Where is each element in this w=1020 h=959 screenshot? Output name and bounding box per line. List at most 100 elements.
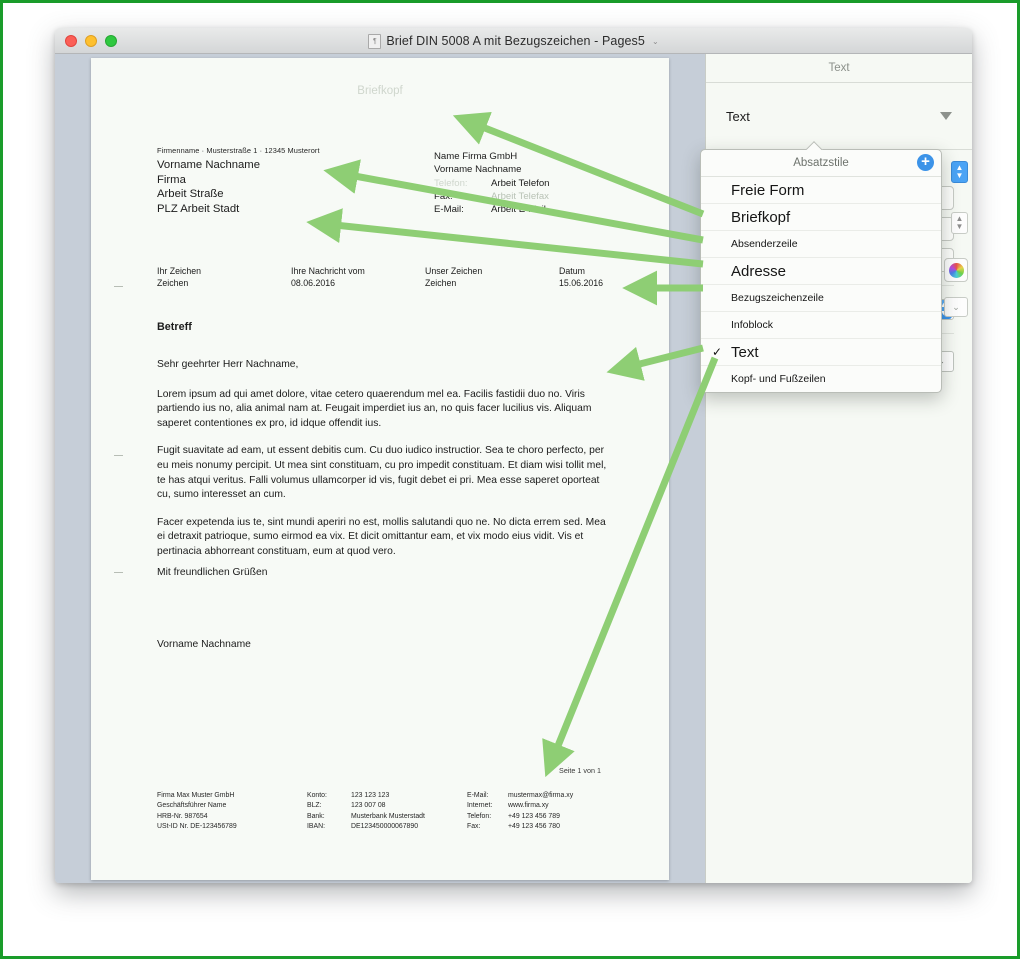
footer-column-bank: Konto: 123 123 123 BLZ: 123 007 08 Bank:…: [307, 791, 467, 833]
page-number-footer[interactable]: Seite 1 von 1: [559, 766, 601, 775]
style-item-label: Freie Form: [731, 181, 805, 199]
style-item-adresse[interactable]: Adresse: [701, 258, 941, 285]
footer-value: 123 007 08: [351, 802, 386, 810]
style-item-label: Briefkopf: [731, 208, 791, 226]
style-item-label: Absenderzeile: [731, 238, 798, 250]
bezug-labels-row: Ihr Zeichen Ihre Nachricht vom Unser Zei…: [157, 265, 617, 277]
footer-row: E-Mail: mustermax@firma.xy: [467, 791, 573, 801]
footer-row: BLZ: 123 007 08: [307, 801, 467, 811]
infoblock-company: Name Firma GmbH: [434, 151, 518, 162]
style-item-bezugszeichenzeile[interactable]: Bezugszeichenzeile: [701, 285, 941, 312]
screenshot-root: ¶ Brief DIN 5008 A mit Bezugszeichen - P…: [0, 0, 1020, 959]
footer-key: E-Mail:: [467, 792, 489, 799]
chevron-down-icon[interactable]: [940, 112, 952, 120]
footer-row: IBAN: DE123450000067890: [307, 822, 467, 832]
popover-header: Absatzstile +: [701, 150, 941, 177]
infoblock-value: Arbeit Telefax: [491, 190, 549, 202]
bezug-label: Datum: [559, 266, 585, 276]
add-style-button[interactable]: +: [917, 154, 934, 171]
style-item-label: Text: [731, 343, 759, 361]
bezug-value: 08.06.2016: [291, 278, 336, 289]
style-item-freie-form[interactable]: Freie Form: [701, 177, 941, 204]
text-color-wheel-button[interactable]: [944, 258, 968, 282]
footer-value: mustermax@firma.xy: [508, 792, 574, 799]
character-spacing-stepper[interactable]: ▲ ▼: [951, 212, 968, 234]
footer-row: Konto: 123 123 123: [307, 791, 467, 801]
bezug-value: 15.06.2016: [559, 278, 604, 289]
style-item-infoblock[interactable]: Infoblock: [701, 312, 941, 339]
footer-line: USt-ID Nr. DE-123456789: [157, 823, 237, 831]
footer-value: Musterbank Musterstadt: [351, 812, 425, 820]
signature-line[interactable]: Vorname Nachname: [157, 639, 251, 650]
betreff-line[interactable]: Betreff: [157, 321, 192, 333]
adresse-line: Vorname Nachname: [157, 159, 260, 171]
bezugszeichenzeile[interactable]: Ihr Zeichen Ihre Nachricht vom Unser Zei…: [157, 265, 617, 290]
infoblock-row: Fax: Arbeit Telefax: [434, 190, 550, 203]
style-item-label: Kopf- und Fußzeilen: [731, 373, 826, 385]
adresse-line: Arbeit Straße: [157, 188, 224, 201]
document-canvas[interactable]: Briefkopf Firmenname · Musterstraße 1 · …: [55, 54, 705, 883]
footer-row: Internet: www.firma.xy: [467, 801, 573, 811]
style-item-absenderzeile[interactable]: Absenderzeile: [701, 231, 941, 258]
footer-value: DE123450000067890: [351, 823, 419, 831]
bezug-value: Zeichen: [157, 278, 189, 289]
more-options-button[interactable]: ⌄: [944, 297, 968, 317]
footer-value: +49 123 456 780: [508, 823, 560, 831]
footer-column-contact: E-Mail: mustermax@firma.xy Internet: www…: [467, 791, 573, 833]
footer-key: Internet:: [467, 802, 493, 810]
infoblock-row: E-Mail: Arbeit E-Mail: [434, 203, 550, 216]
footer-key: Konto:: [307, 792, 327, 799]
infoblock-value: Arbeit Telefon: [491, 177, 550, 189]
document-footer[interactable]: Firma Max Muster GmbH Geschäftsführer Na…: [157, 791, 621, 833]
bezug-value: Zeichen: [425, 278, 457, 289]
style-item-kopf-und-fusszeilen[interactable]: Kopf- und Fußzeilen: [701, 366, 941, 392]
footer-key: Telefon:: [467, 812, 492, 820]
footer-row: Bank: Musterbank Musterstadt: [307, 812, 467, 822]
footer-key: BLZ:: [307, 802, 322, 810]
popover-arrow: [806, 141, 824, 150]
bezug-label: Ihr Zeichen: [157, 266, 202, 276]
popover-title: Absatzstile: [793, 157, 849, 169]
body-paragraph: Lorem ipsum ad qui amet dolore, vitae ce…: [157, 388, 592, 429]
margin-marker-icon: [114, 572, 123, 573]
style-item-briefkopf[interactable]: Briefkopf: [701, 204, 941, 231]
footer-row: Fax: +49 123 456 780: [467, 822, 573, 832]
infoblock-value: Arbeit E-Mail: [491, 204, 546, 216]
window-title: Brief DIN 5008 A mit Bezugszeichen - Pag…: [386, 34, 645, 48]
paragraph-styles-popover[interactable]: Absatzstile + Freie Form Briefkopf Absen…: [700, 141, 942, 393]
body-paragraph: Facer expetenda ius te, sint mundi aperi…: [157, 516, 606, 557]
chevron-down-icon[interactable]: ⌄: [652, 37, 659, 46]
style-item-text[interactable]: ✓ Text: [701, 339, 941, 366]
paragraph-style-selector[interactable]: Text: [706, 83, 972, 150]
font-size-stepper[interactable]: ▲ ▼: [951, 161, 968, 183]
salutation: Sehr geehrter Herr Nachname,: [157, 359, 299, 370]
footer-column-company: Firma Max Muster GmbH Geschäftsführer Na…: [157, 791, 307, 833]
closing-line[interactable]: Mit freundlichen Grüßen: [157, 567, 267, 578]
paragraph-style-value: Text: [726, 108, 750, 124]
bezug-label: Ihre Nachricht vom: [291, 266, 365, 276]
footer-line: HRB-Nr. 987654: [157, 812, 208, 820]
document-page[interactable]: Briefkopf Firmenname · Musterstraße 1 · …: [91, 58, 669, 880]
footer-line: Geschäftsführer Name: [157, 802, 227, 810]
infoblock-person: Vorname Nachname: [434, 164, 522, 176]
style-item-label: Adresse: [731, 262, 787, 280]
absenderzeile[interactable]: Firmenname · Musterstraße 1 · 12345 Must…: [157, 146, 320, 155]
briefkopf-placeholder[interactable]: Briefkopf: [91, 85, 669, 97]
bezug-label: Unser Zeichen: [425, 266, 483, 276]
margin-marker-icon: [114, 286, 123, 287]
infoblock-row: Telefon: Arbeit Telefon: [434, 177, 550, 190]
window-titlebar: ¶ Brief DIN 5008 A mit Bezugszeichen - P…: [55, 28, 972, 54]
footer-row: Telefon: +49 123 456 789: [467, 812, 573, 822]
adresse-line: PLZ Arbeit Stadt: [157, 202, 240, 215]
infoblock[interactable]: Name Firma GmbH Vorname Nachname Telefon…: [434, 150, 550, 216]
footer-key: IBAN:: [307, 823, 325, 831]
document-icon: ¶: [368, 33, 382, 49]
footer-key: Fax:: [467, 823, 481, 831]
adresse-line: Firma: [157, 173, 186, 186]
infoblock-key: E-Mail:: [434, 204, 464, 216]
adresse-block[interactable]: Vorname Nachname Firma Arbeit Straße PLZ…: [157, 158, 260, 216]
infoblock-key: Fax:: [434, 190, 453, 202]
footer-value: 123 123 123: [351, 792, 390, 799]
letter-body[interactable]: Sehr geehrter Herr Nachname, Lorem ipsum…: [157, 358, 607, 573]
window-title-area: ¶ Brief DIN 5008 A mit Bezugszeichen - P…: [55, 28, 972, 54]
